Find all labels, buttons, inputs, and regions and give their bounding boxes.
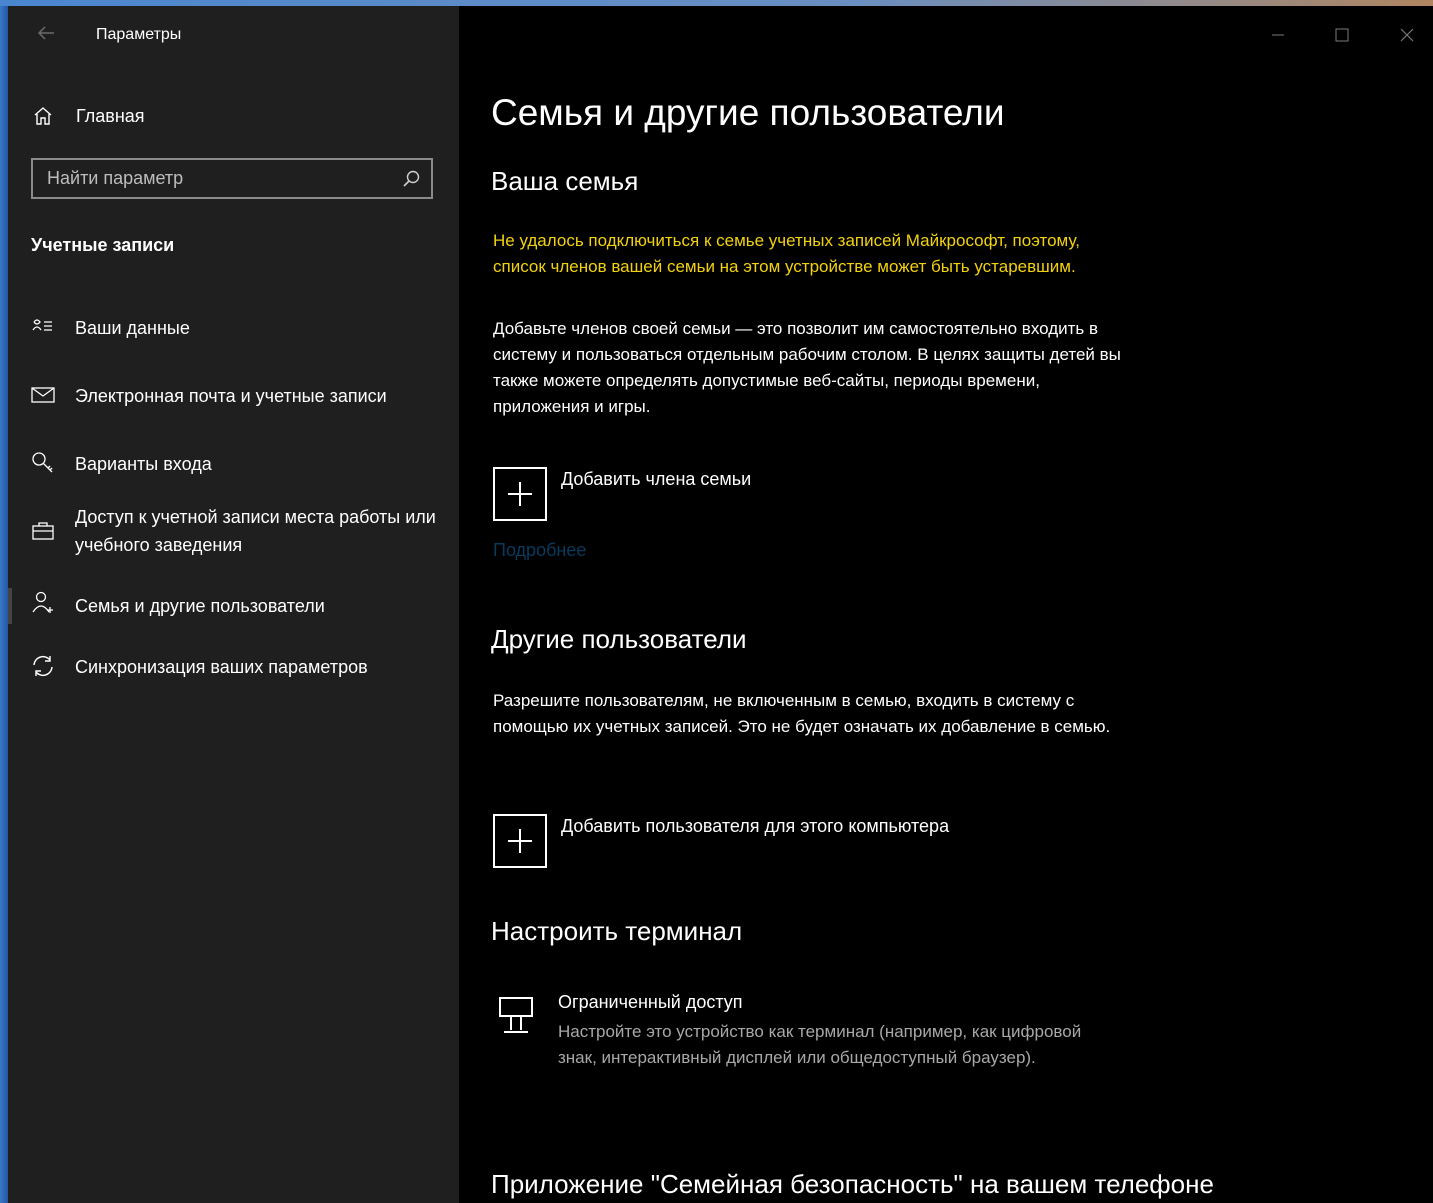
kiosk-heading: Настроить терминал <box>491 916 743 946</box>
sidebar-item-label: Доступ к учетной записи места работы или… <box>75 507 436 555</box>
home-label: Главная <box>76 105 145 126</box>
assigned-access-description: Настройте это устройство как терминал (н… <box>558 1022 1082 1067</box>
sidebar: Параметры Главная Учетные записи Ваши да… <box>8 6 459 1203</box>
add-family-member-label: Добавить члена семьи <box>561 469 752 489</box>
section-title: Учетные записи <box>31 235 175 255</box>
sidebar-item-sign-in[interactable]: Варианты входа <box>8 450 459 478</box>
briefcase-icon <box>32 522 54 540</box>
page-title: Семья и другие пользователи <box>491 92 1005 133</box>
close-button[interactable] <box>1387 20 1427 50</box>
sidebar-item-your-info[interactable]: Ваши данные <box>8 314 459 342</box>
family-warning-text: Не удалось подключиться к семье учетных … <box>493 231 1080 276</box>
sidebar-item-label: Синхронизация ваших параметров <box>75 657 368 677</box>
family-description: Добавьте членов своей семьи — это позвол… <box>493 319 1121 416</box>
minimize-button[interactable] <box>1258 20 1298 50</box>
sidebar-item-sync[interactable]: Синхронизация ваших параметров <box>8 653 459 681</box>
add-family-member-button[interactable]: Добавить члена семьи <box>493 467 751 521</box>
sidebar-item-label: Ваши данные <box>75 318 190 338</box>
add-person-icon <box>32 591 53 613</box>
learn-more-link[interactable]: Подробнее <box>493 540 586 561</box>
settings-window: Параметры Главная Учетные записи Ваши да… <box>8 6 1433 1203</box>
assigned-access-title: Ограниченный доступ <box>558 992 743 1012</box>
mail-icon <box>31 387 55 403</box>
search-input[interactable] <box>33 167 401 190</box>
search-box[interactable] <box>31 158 433 199</box>
other-users-heading: Другие пользователи <box>491 624 747 654</box>
family-app-heading: Приложение "Семейная безопасность" на ва… <box>491 1169 1214 1199</box>
minimize-icon <box>1272 34 1284 36</box>
user-info-icon <box>32 319 52 331</box>
maximize-icon <box>1335 28 1349 42</box>
kiosk-icon <box>499 997 533 1033</box>
home-icon <box>34 107 52 125</box>
add-user-button[interactable]: Добавить пользователя для этого компьюте… <box>493 814 949 868</box>
search-icon[interactable] <box>401 169 421 189</box>
maximize-button[interactable] <box>1322 20 1362 50</box>
home-nav-item[interactable]: Главная <box>32 102 145 130</box>
back-arrow-icon <box>37 26 54 40</box>
plus-icon <box>508 482 532 506</box>
other-users-description: Разрешите пользователям, не включенным в… <box>493 691 1111 736</box>
close-icon <box>1400 28 1414 42</box>
key-icon <box>32 452 53 473</box>
sidebar-item-work-access[interactable]: Доступ к учетной записи места работы или… <box>8 503 459 559</box>
sync-icon <box>33 655 53 677</box>
add-user-label: Добавить пользователя для этого компьюте… <box>561 816 950 836</box>
sidebar-item-family[interactable]: Семья и другие пользователи <box>8 586 459 626</box>
plus-icon <box>508 829 532 853</box>
family-heading: Ваша семья <box>491 166 639 196</box>
sidebar-item-label: Семья и другие пользователи <box>75 596 325 616</box>
plus-icon-box <box>493 814 547 868</box>
plus-icon-box <box>493 467 547 521</box>
back-button[interactable] <box>34 24 58 48</box>
sidebar-item-email[interactable]: Электронная почта и учетные записи <box>8 382 459 410</box>
app-title: Параметры <box>96 26 182 43</box>
sidebar-item-label: Варианты входа <box>75 454 212 474</box>
sidebar-item-label: Электронная почта и учетные записи <box>75 386 387 406</box>
